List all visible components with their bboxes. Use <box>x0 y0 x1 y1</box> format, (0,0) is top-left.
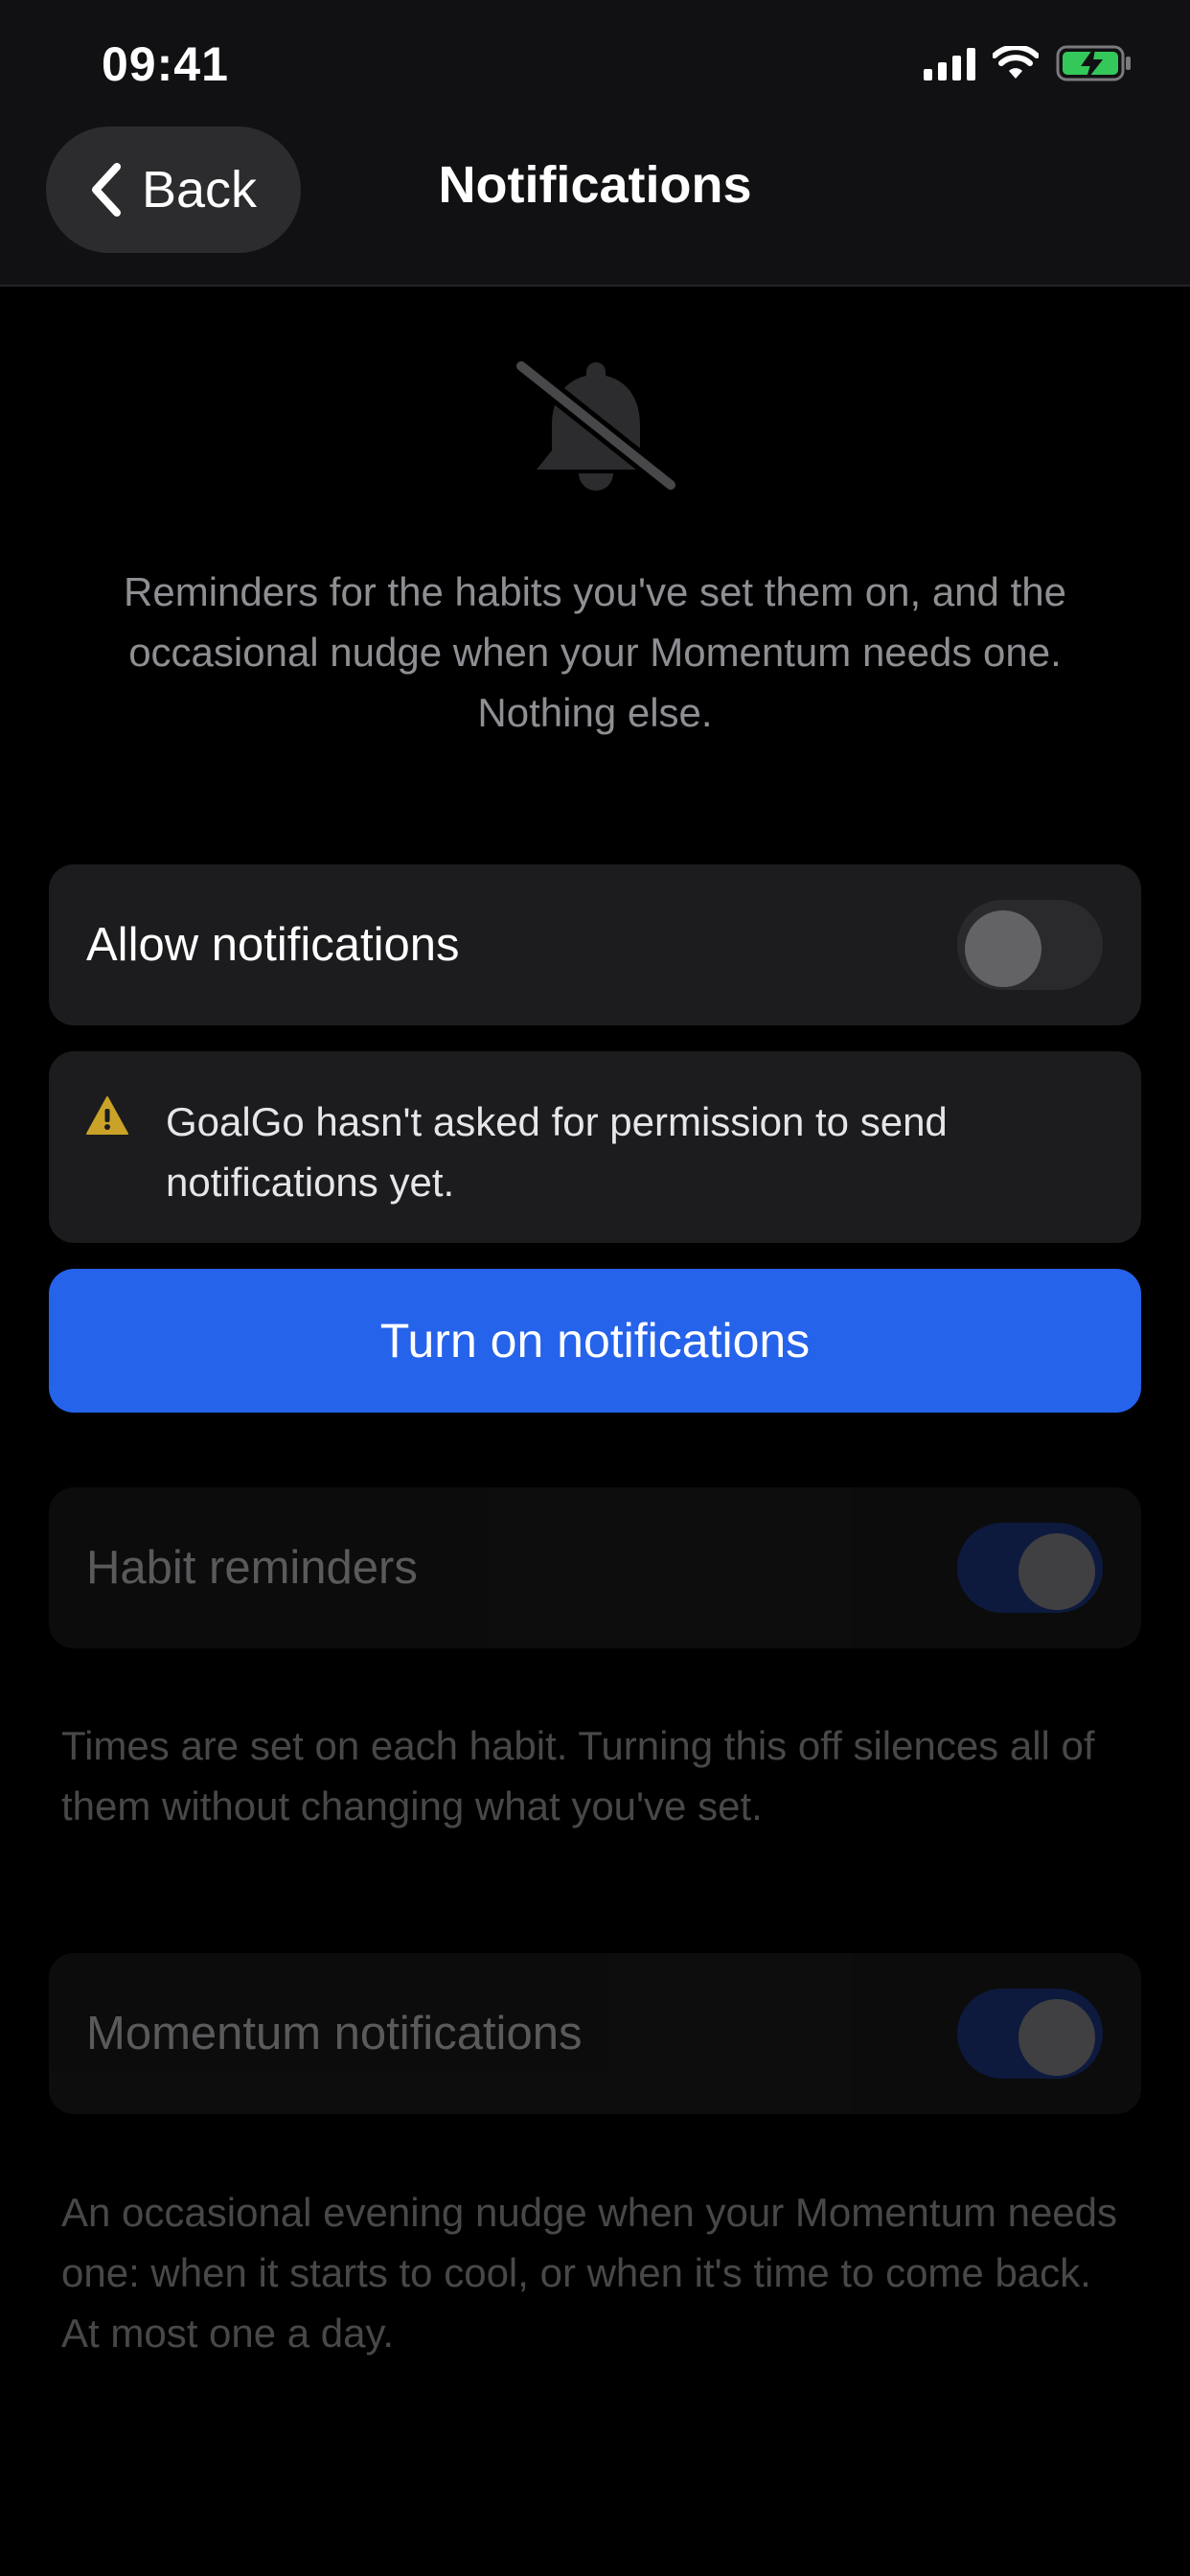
allow-notifications-toggle[interactable] <box>957 900 1103 990</box>
toggle-knob <box>1018 1533 1095 1610</box>
momentum-notifications-toggle[interactable] <box>957 1989 1103 2079</box>
battery-charging-icon <box>1056 45 1131 81</box>
momentum-notifications-footnote: An occasional evening nudge when your Mo… <box>61 2190 1118 2356</box>
allow-notifications-label: Allow notifications <box>86 919 460 971</box>
wifi-icon <box>993 46 1039 79</box>
page-title: Notifications <box>438 156 752 214</box>
intro-description: Reminders for the habits you've set them… <box>124 569 1066 735</box>
habit-reminders-footnote: Times are set on each habit. Turning thi… <box>61 1723 1095 1828</box>
toggle-knob <box>965 910 1041 987</box>
turn-on-notifications-button[interactable]: Turn on notifications <box>49 1269 1141 1413</box>
habit-reminders-toggle[interactable] <box>957 1523 1103 1613</box>
habit-reminders-row: Habit reminders <box>49 1487 1141 1648</box>
bell-slash-icon <box>512 356 680 494</box>
navigation-header: 09:41 Back Notifications <box>0 0 1190 287</box>
warning-icon <box>86 1096 128 1135</box>
momentum-notifications-label: Momentum notifications <box>86 2008 583 2059</box>
permission-notice-text: GoalGo hasn't asked for permission to se… <box>166 1099 948 1205</box>
habit-reminders-label: Habit reminders <box>86 1542 418 1594</box>
status-icons <box>924 44 1133 82</box>
momentum-notifications-row: Momentum notifications <box>49 1953 1141 2114</box>
status-time: 09:41 <box>102 37 229 91</box>
toggle-knob <box>1018 1999 1095 2076</box>
permission-notice: GoalGo hasn't asked for permission to se… <box>49 1051 1141 1243</box>
allow-notifications-row: Allow notifications <box>49 864 1141 1025</box>
cellular-signal-icon <box>924 46 975 80</box>
